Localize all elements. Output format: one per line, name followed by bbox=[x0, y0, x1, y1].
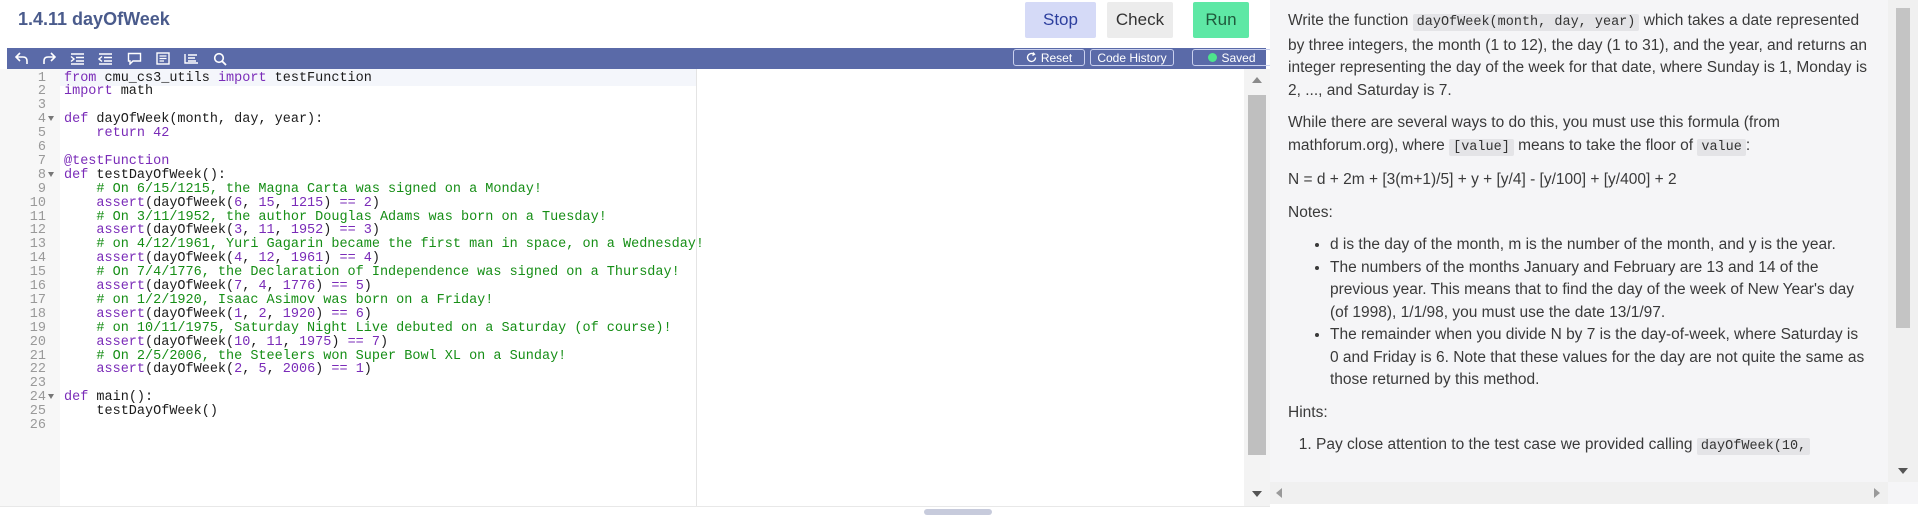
panel-resize-bar bbox=[0, 506, 1270, 526]
saved-label: Saved bbox=[1221, 50, 1256, 65]
notes-heading: Notes: bbox=[1288, 203, 1333, 221]
code-line[interactable]: 26 bbox=[0, 417, 1244, 434]
inline-code: dayOfWeek(month, day, year) bbox=[1412, 14, 1640, 31]
formula: N = d + 2m + [3(m+1)/5] + y + [y/4] - [y… bbox=[1288, 171, 1677, 188]
panel-footer bbox=[1270, 504, 1918, 525]
list-item: d is the day of the month, m is the numb… bbox=[1330, 234, 1868, 257]
run-button[interactable]: Run bbox=[1193, 2, 1249, 38]
editor-scroll-thumb[interactable] bbox=[1248, 95, 1266, 455]
problem-description: Write the function dayOfWeek(month, day,… bbox=[1288, 10, 1868, 480]
inline-code: value bbox=[1697, 138, 1746, 156]
header: 1.4.11 dayOfWeek Stop Check Run bbox=[0, 0, 1270, 48]
description-paragraph-2: While there are several ways to do this,… bbox=[1288, 114, 1780, 156]
inline-code: [value] bbox=[1449, 138, 1514, 156]
saved-status: Saved bbox=[1192, 49, 1272, 66]
instructions-panel: Write the function dayOfWeek(month, day,… bbox=[1270, 0, 1918, 525]
editor-toolbar: Reset Code History Saved bbox=[7, 48, 1272, 69]
editor-vertical-scrollbar[interactable] bbox=[1244, 69, 1270, 506]
hints-heading: Hints: bbox=[1288, 403, 1328, 421]
reset-button[interactable]: Reset bbox=[1013, 49, 1085, 66]
notes-list: d is the day of the month, m is the numb… bbox=[1288, 234, 1868, 392]
description-paragraph-1: Write the function dayOfWeek(month, day,… bbox=[1288, 12, 1868, 99]
list-item: The numbers of the months January and Fe… bbox=[1330, 257, 1868, 325]
scroll-up-icon[interactable] bbox=[1252, 77, 1262, 83]
instructions-scroll-thumb[interactable] bbox=[1896, 8, 1910, 328]
format-icon[interactable] bbox=[154, 50, 172, 67]
panel-resize-handle[interactable] bbox=[924, 509, 992, 515]
list-item: Pay close attention to the test case we … bbox=[1316, 434, 1868, 459]
redo-icon[interactable] bbox=[40, 50, 58, 67]
check-button[interactable]: Check bbox=[1107, 2, 1173, 38]
comment-icon[interactable] bbox=[125, 50, 143, 67]
scroll-right-icon[interactable] bbox=[1874, 488, 1880, 498]
hints-list: Pay close attention to the test case we … bbox=[1288, 434, 1868, 459]
fold-toggle-icon[interactable] bbox=[48, 116, 54, 122]
list-item: The remainder when you divide N by 7 is … bbox=[1330, 324, 1868, 392]
inline-code: dayOfWeek(10, bbox=[1696, 438, 1811, 455]
search-icon[interactable] bbox=[211, 50, 229, 67]
editor-panel: 1.4.11 dayOfWeek Stop Check Run Reset Co… bbox=[0, 0, 1272, 526]
reset-label: Reset bbox=[1040, 50, 1073, 65]
outdent-icon[interactable] bbox=[96, 50, 114, 67]
code-history-button[interactable]: Code History bbox=[1090, 49, 1174, 66]
page-title: 1.4.11 dayOfWeek bbox=[18, 9, 170, 29]
stop-button[interactable]: Stop bbox=[1025, 2, 1096, 38]
fold-toggle-icon[interactable] bbox=[48, 171, 54, 177]
code-editor[interactable]: 1 from cmu_cs3_utils import testFunction 2… bbox=[0, 69, 1244, 506]
wrap-icon[interactable] bbox=[182, 50, 200, 67]
scroll-down-icon[interactable] bbox=[1252, 491, 1262, 497]
fold-toggle-icon[interactable] bbox=[48, 394, 54, 400]
scroll-down-icon[interactable] bbox=[1898, 468, 1908, 474]
instructions-horizontal-scrollbar[interactable] bbox=[1270, 482, 1888, 504]
saved-indicator-icon bbox=[1208, 53, 1218, 62]
indent-icon[interactable] bbox=[68, 50, 86, 67]
scroll-left-icon[interactable] bbox=[1276, 488, 1282, 498]
undo-icon[interactable] bbox=[13, 50, 31, 67]
line-number: 26 bbox=[29, 418, 46, 433]
refresh-icon bbox=[1026, 52, 1036, 63]
instructions-vertical-scrollbar[interactable] bbox=[1888, 0, 1918, 482]
